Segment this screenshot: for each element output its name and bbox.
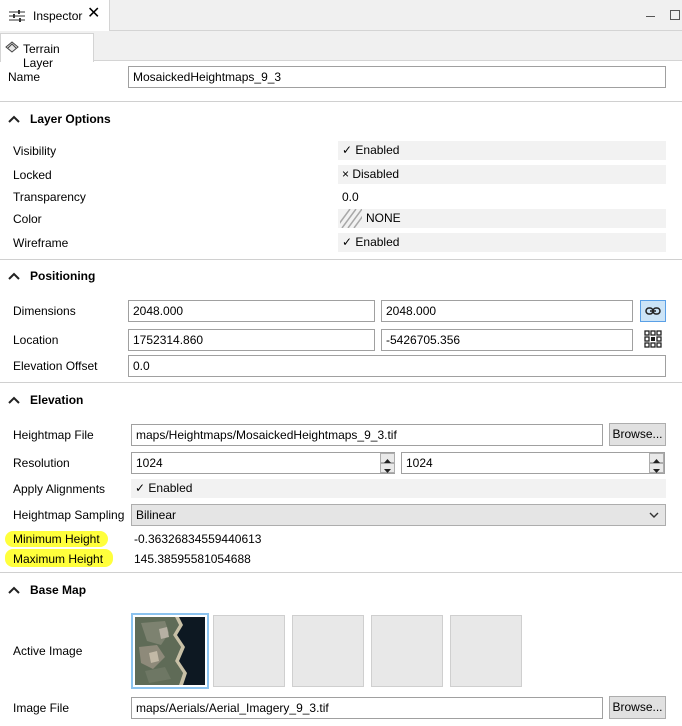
divider <box>0 101 682 102</box>
sliders-icon <box>9 10 25 22</box>
image-file-input[interactable]: maps/Aerials/Aerial_Imagery_9_3.tif <box>131 697 603 719</box>
view-tab-bar: Inspector ✕ <box>0 0 682 31</box>
color-value: NONE <box>366 211 401 225</box>
chevron-up-icon[interactable] <box>7 585 21 595</box>
locked-label: Locked <box>13 168 52 182</box>
positioning-title[interactable]: Positioning <box>30 269 95 283</box>
heightmap-sampling-label: Heightmap Sampling <box>13 508 125 522</box>
dimensions-y-input[interactable]: 2048.000 <box>381 300 633 322</box>
anchor-grid-icon[interactable] <box>644 330 662 348</box>
spin-down-icon[interactable] <box>380 463 395 473</box>
transparency-label: Transparency <box>13 190 86 204</box>
chevron-up-icon[interactable] <box>7 395 21 405</box>
image-browse-button[interactable]: Browse... <box>609 696 666 719</box>
color-label: Color <box>13 212 42 226</box>
base-map-title[interactable]: Base Map <box>30 583 86 597</box>
base-map-thumbnail-empty[interactable] <box>213 615 285 687</box>
spin-up-icon[interactable] <box>380 453 395 463</box>
name-input[interactable]: MosaickedHeightmaps_9_3 <box>128 66 666 88</box>
apply-alignments-label: Apply Alignments <box>13 482 106 496</box>
link-icon <box>645 307 661 315</box>
spin-down-icon[interactable] <box>649 463 664 473</box>
heightmap-file-input[interactable]: maps/Heightmaps/MosaickedHeightmaps_9_3.… <box>131 424 603 446</box>
image-file-label: Image File <box>13 701 70 715</box>
dimensions-x-input[interactable]: 2048.000 <box>128 300 375 322</box>
resolution-label: Resolution <box>13 456 70 470</box>
minimize-icon[interactable] <box>646 16 655 17</box>
close-icon[interactable]: ✕ <box>87 6 100 22</box>
aerial-image-thumbnail <box>135 617 205 685</box>
no-color-swatch-icon <box>340 209 362 228</box>
active-image-label: Active Image <box>13 644 83 658</box>
chevron-up-icon[interactable] <box>7 114 21 124</box>
location-label: Location <box>13 333 59 347</box>
heightmap-sampling-value: Bilinear <box>136 508 177 522</box>
heightmap-sampling-select[interactable]: Bilinear <box>131 504 666 526</box>
elevation-offset-input[interactable]: 0.0 <box>128 355 666 377</box>
base-map-thumbnail-active[interactable] <box>131 613 209 689</box>
divider <box>0 259 682 260</box>
locked-toggle[interactable]: × Disabled <box>338 165 666 184</box>
elevation-offset-label: Elevation Offset <box>13 359 98 373</box>
link-dimensions-button[interactable] <box>640 300 666 322</box>
visibility-toggle[interactable]: ✓ Enabled <box>338 141 666 160</box>
divider <box>0 572 682 573</box>
resolution-x-input[interactable]: 1024 <box>131 452 395 474</box>
terrain-layer-tab-label: Terrain Layer <box>23 42 60 70</box>
layer-options-title[interactable]: Layer Options <box>30 112 111 126</box>
maximize-icon[interactable] <box>670 10 680 20</box>
resolution-y-spinner[interactable] <box>649 453 664 473</box>
maximum-height-value: 145.38595581054688 <box>134 552 251 566</box>
apply-alignments-toggle[interactable]: ✓ Enabled <box>131 479 666 498</box>
layer-tab-bar: Terrain Layer <box>0 31 682 70</box>
terrain-layer-tab[interactable]: Terrain Layer <box>0 33 94 70</box>
base-map-thumbnail-empty[interactable] <box>371 615 443 687</box>
heightmap-file-label: Heightmap File <box>13 428 94 442</box>
color-picker[interactable]: NONE <box>338 209 666 228</box>
maximum-height-label: Maximum Height <box>13 552 104 566</box>
elevation-title[interactable]: Elevation <box>30 393 83 407</box>
chevron-down-icon <box>649 512 659 518</box>
inspector-tab-title: Inspector <box>33 9 83 23</box>
base-map-thumbnail-empty[interactable] <box>292 615 364 687</box>
spin-up-icon[interactable] <box>649 453 664 463</box>
minimum-height-label: Minimum Height <box>13 532 100 546</box>
inspector-tab[interactable]: Inspector ✕ <box>0 0 110 31</box>
base-map-thumbnail-empty[interactable] <box>450 615 522 687</box>
minimum-height-value: -0.36326834559440613 <box>134 532 262 546</box>
heightmap-browse-button[interactable]: Browse... <box>609 423 666 446</box>
chevron-up-icon[interactable] <box>7 271 21 281</box>
name-label: Name <box>8 70 41 84</box>
dimensions-label: Dimensions <box>13 304 76 318</box>
divider <box>0 382 682 383</box>
location-y-input[interactable]: -5426705.356 <box>381 329 633 351</box>
transparency-value[interactable]: 0.0 <box>342 190 359 204</box>
terrain-layer-icon <box>5 41 19 53</box>
wireframe-label: Wireframe <box>13 236 69 250</box>
location-x-input[interactable]: 1752314.860 <box>128 329 375 351</box>
wireframe-toggle[interactable]: ✓ Enabled <box>338 233 666 252</box>
visibility-label: Visibility <box>13 144 57 158</box>
resolution-x-spinner[interactable] <box>380 453 395 473</box>
resolution-y-input[interactable]: 1024 <box>401 452 665 474</box>
